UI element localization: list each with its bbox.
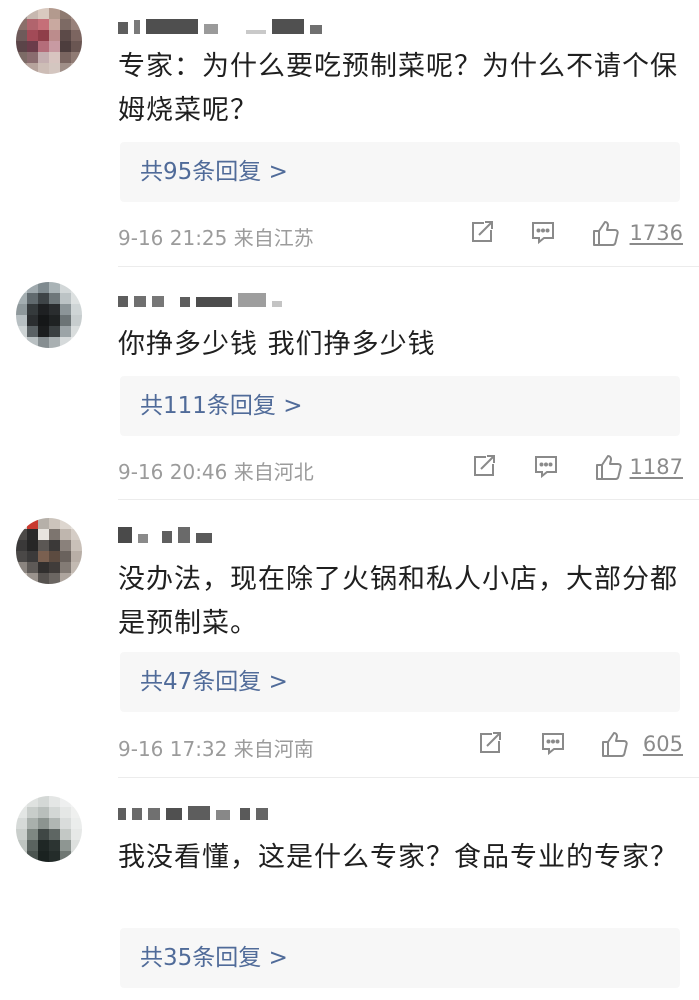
username-redacted[interactable]: [118, 291, 282, 307]
avatar[interactable]: [16, 518, 82, 584]
share-icon[interactable]: [468, 218, 496, 250]
share-icon[interactable]: [470, 452, 498, 484]
avatar[interactable]: [16, 796, 82, 862]
view-replies-button[interactable]: 共47条回复 >: [120, 652, 680, 712]
comment-icon[interactable]: [529, 218, 557, 250]
thumbs-up-icon[interactable]: [600, 729, 630, 763]
like-count[interactable]: 605: [643, 732, 683, 756]
thumbs-up-icon[interactable]: [594, 452, 624, 486]
comment-icon[interactable]: [539, 729, 567, 761]
divider: [118, 266, 699, 267]
comment-meta: 9-16 17:32 来自河南 605: [118, 729, 683, 763]
divider: [118, 499, 699, 500]
divider: [118, 777, 699, 778]
comment-text: 专家：为什么要吃预制菜呢？为什么不请个保姆烧菜呢？: [118, 51, 678, 126]
view-replies-button[interactable]: 共111条回复 >: [120, 376, 680, 436]
username-redacted[interactable]: [118, 804, 268, 820]
comment-meta: 9-16 20:46 来自河北 1187: [118, 452, 683, 486]
comment-text: 你挣多少钱 我们挣多少钱: [118, 329, 436, 360]
avatar[interactable]: [16, 8, 82, 74]
username-redacted[interactable]: [118, 18, 322, 34]
view-replies-button[interactable]: 共35条回复 >: [120, 928, 680, 988]
timestamp-location: 9-16 17:32 来自河南: [118, 737, 314, 761]
comment-text: 没办法，现在除了火锅和私人小店，大部分都是预制菜。: [118, 564, 678, 639]
timestamp-location: 9-16 21:25 来自江苏: [118, 226, 314, 250]
like-count[interactable]: 1736: [630, 221, 683, 245]
view-replies-button[interactable]: 共95条回复 >: [120, 142, 680, 202]
comment-icon[interactable]: [532, 452, 560, 484]
share-icon[interactable]: [476, 729, 504, 761]
timestamp-location: 9-16 20:46 来自河北: [118, 460, 314, 484]
username-redacted[interactable]: [118, 527, 212, 543]
comment-meta: 9-16 21:25 来自江苏 1736: [118, 218, 683, 252]
like-count[interactable]: 1187: [630, 455, 683, 479]
thumbs-up-icon[interactable]: [591, 218, 621, 252]
comment-text: 我没看懂，这是什么专家？食品专业的专家？: [118, 842, 678, 873]
avatar[interactable]: [16, 282, 82, 348]
